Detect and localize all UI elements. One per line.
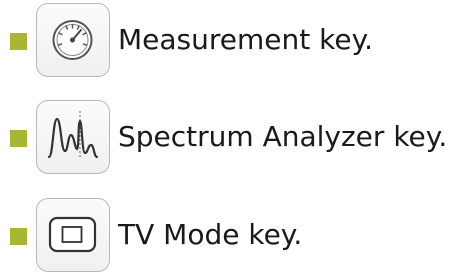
- list-item-spectrum-analyzer-key: Spectrum Analyzer key.: [0, 97, 475, 177]
- key-label: TV Mode key.: [118, 218, 303, 251]
- bullet-marker: [10, 130, 27, 147]
- tv-screen-icon: [36, 198, 110, 272]
- gauge-icon: [36, 3, 110, 77]
- bullet-marker: [10, 228, 27, 245]
- key-label: Spectrum Analyzer key.: [118, 120, 448, 153]
- list-item-measurement-key: Measurement key.: [0, 0, 475, 80]
- key-list: Measurement key. Spectrum Analyzer key. …: [0, 0, 475, 276]
- list-item-tv-mode-key: TV Mode key.: [0, 195, 475, 275]
- bullet-marker: [10, 33, 27, 50]
- spectrum-icon: [36, 100, 110, 174]
- key-label: Measurement key.: [118, 23, 374, 56]
